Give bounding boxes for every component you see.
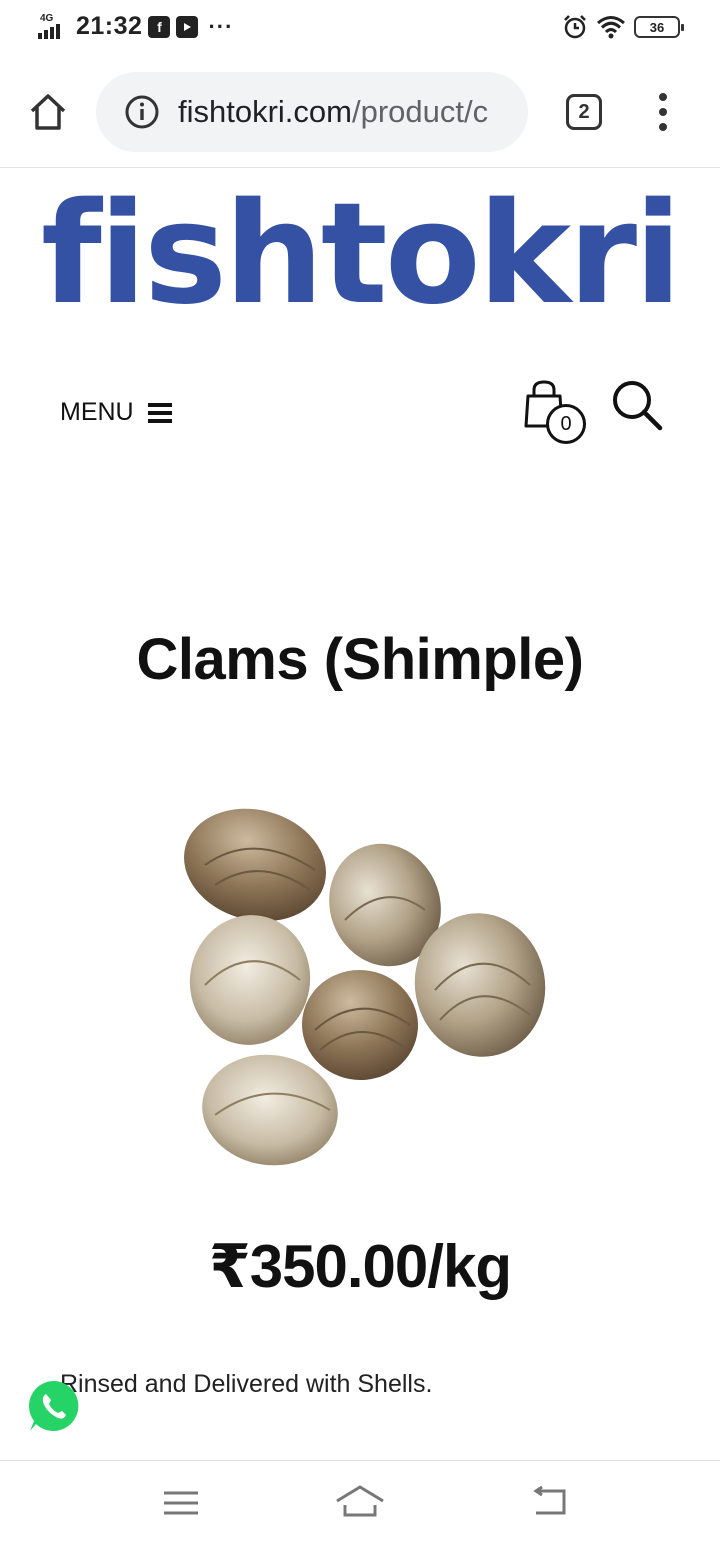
battery-indicator: 36 (634, 16, 684, 38)
youtube-icon (176, 15, 199, 38)
product-image[interactable] (135, 770, 585, 1190)
whatsapp-icon[interactable] (26, 1378, 82, 1434)
status-bar: 4G 21:32 f ··· 36 (0, 0, 720, 56)
url-domain: fishtokri.com (178, 94, 352, 129)
cart-count-badge: 0 (546, 404, 586, 444)
menu-button[interactable]: MENU (60, 398, 172, 427)
product-description: Rinsed and Delivered with Shells. (60, 1370, 433, 1398)
home-icon[interactable] (335, 1481, 385, 1525)
browser-toolbar: fishtokri.com/product/c 2 (0, 56, 720, 168)
menu-label: MENU (60, 398, 134, 426)
tab-switcher-button[interactable]: 2 (566, 94, 602, 130)
logo-text: fishtokri (40, 173, 682, 336)
hamburger-icon (147, 402, 172, 423)
cellular-signal-icon: 4G (38, 13, 70, 41)
cart-button[interactable]: 0 (520, 378, 590, 446)
status-time: 21:32 (76, 12, 143, 40)
product-price: ₹350.00/kg (209, 1233, 512, 1300)
back-icon[interactable] (528, 1481, 578, 1525)
address-bar[interactable]: fishtokri.com/product/c (96, 72, 528, 152)
wifi-icon (597, 16, 625, 39)
site-logo[interactable]: fishtokri (0, 170, 720, 340)
system-nav-bar (0, 1460, 720, 1544)
product-title: Clams (Shimple) (136, 627, 584, 692)
url-path: /product/c (351, 94, 489, 129)
info-icon[interactable] (124, 94, 160, 130)
alarm-icon (564, 15, 586, 39)
facebook-icon: f (148, 15, 171, 38)
menu-icon[interactable] (156, 1481, 206, 1525)
search-icon[interactable] (610, 378, 664, 432)
url-text[interactable]: fishtokri.com/product/c (178, 94, 504, 130)
more-options-icon[interactable] (650, 92, 676, 132)
home-icon[interactable] (26, 90, 70, 134)
more-notifications-icon: ··· (208, 13, 234, 39)
clam-shells (184, 808, 546, 1166)
